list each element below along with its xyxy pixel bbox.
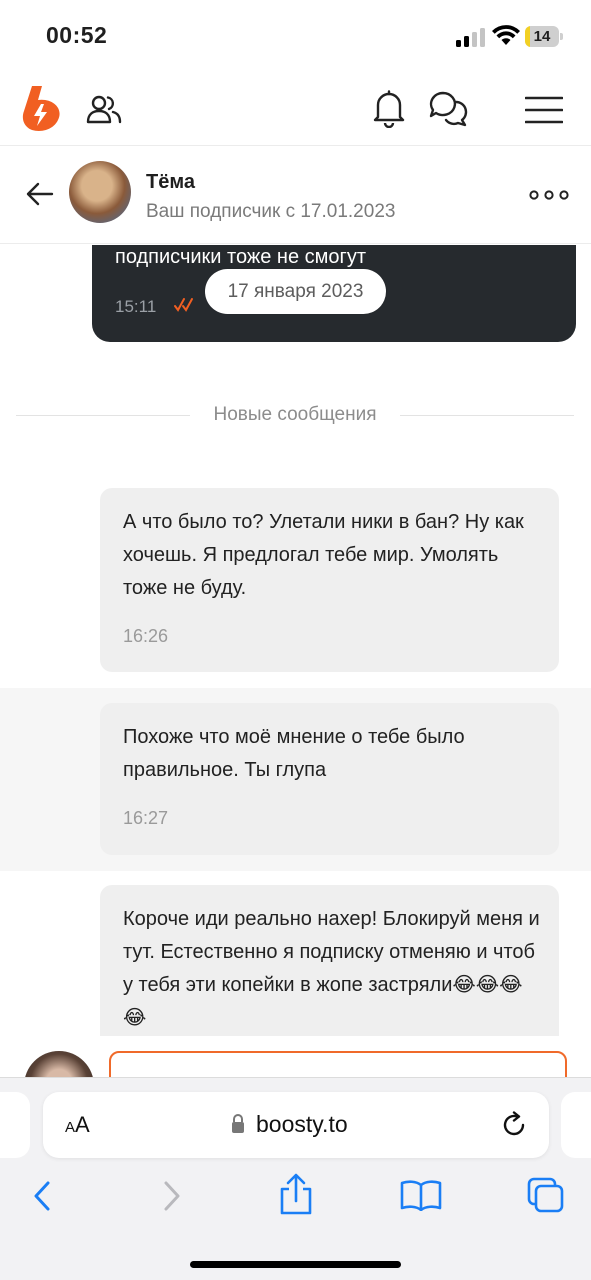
chat-name[interactable]: Тёма <box>146 171 195 194</box>
battery-percent: 14 <box>533 28 551 45</box>
boosty-logo-icon[interactable] <box>22 86 62 132</box>
new-messages-divider: Новые сообщения <box>16 398 574 432</box>
double-check-icon <box>174 298 193 312</box>
lock-icon <box>232 1114 244 1133</box>
incoming-message: Короче иди реально нахер! Блокируй меня … <box>100 885 559 1036</box>
incoming-message: А что было то? Улетали ники в бан? Ну ка… <box>100 488 559 672</box>
more-dots-icon[interactable] <box>529 190 569 200</box>
battery-icon: 14 <box>525 26 563 47</box>
next-tab-preview[interactable] <box>561 1092 591 1158</box>
status-bar: 00:52 14 <box>0 0 591 72</box>
message-text: Похоже что моё мнение о тебе было правил… <box>123 726 465 781</box>
date-separator: 17 января 2023 <box>205 269 386 314</box>
url-domain[interactable]: boosty.to <box>256 1111 348 1138</box>
message-text: Короче иди реально нахер! Блокируй меня … <box>123 908 540 1029</box>
new-messages-label: Новые сообщения <box>213 404 377 425</box>
home-indicator <box>190 1261 401 1268</box>
previous-tab-preview[interactable] <box>0 1092 30 1158</box>
tabs-icon[interactable] <box>527 1177 565 1213</box>
wifi-icon <box>492 25 520 45</box>
chat-bubbles-icon[interactable] <box>428 90 468 128</box>
menu-icon[interactable] <box>525 96 563 124</box>
app-header <box>0 72 591 146</box>
chat-header: Тёма Ваш подписчик с 17.01.2023 <box>0 147 591 244</box>
incoming-message: Похоже что моё мнение о тебе было правил… <box>100 703 559 855</box>
forward-icon[interactable] <box>162 1180 182 1212</box>
message-time: 16:27 <box>123 808 169 828</box>
message-time: 16:26 <box>123 626 169 646</box>
message-text: подписчики тоже не смогут <box>115 246 366 268</box>
status-time: 00:52 <box>46 22 108 48</box>
avatar[interactable] <box>69 161 131 223</box>
message-text: А что было то? Улетали ники в бан? Ну ка… <box>123 511 524 599</box>
back-icon[interactable] <box>32 1180 52 1212</box>
back-arrow-icon[interactable] <box>26 182 54 206</box>
chat-subtitle: Ваш подписчик с 17.01.2023 <box>146 201 396 222</box>
message-time: 15:11 <box>115 297 157 316</box>
bookmarks-icon[interactable] <box>400 1179 442 1211</box>
address-bar[interactable]: AA boosty.to <box>43 1092 549 1158</box>
bell-icon[interactable] <box>372 90 406 128</box>
reload-icon[interactable] <box>501 1111 529 1139</box>
share-icon[interactable] <box>278 1173 314 1215</box>
reader-settings-button[interactable]: AA <box>65 1112 90 1138</box>
people-icon[interactable] <box>86 94 122 124</box>
cellular-signal-icon <box>456 27 486 47</box>
